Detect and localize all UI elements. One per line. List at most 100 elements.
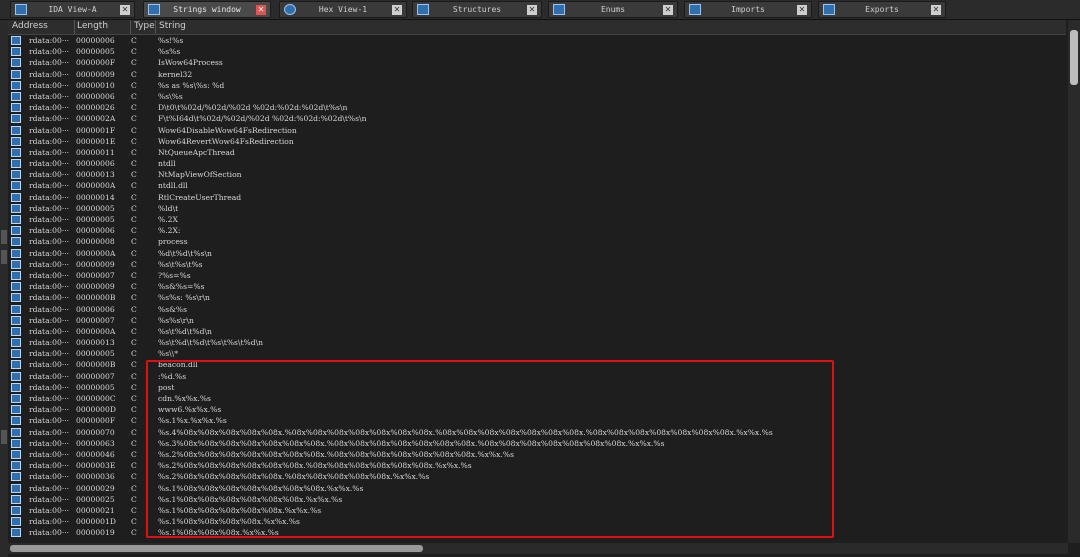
cell-type: C [131, 405, 137, 415]
tab-ida-view-a[interactable]: IDA View-A ✕ [10, 1, 135, 18]
scroll-thumb[interactable] [1070, 30, 1078, 85]
table-row[interactable]: rdata:00··· 00000014 C RtlCreateUserThread [10, 192, 1066, 203]
table-row[interactable]: rdata:00··· 0000002A C F\t%I64d\t%02d/%02d/… [10, 113, 1066, 124]
close-icon[interactable]: ✕ [120, 5, 130, 15]
cell-type: C [131, 394, 137, 403]
cell-address: rdata:00··· [29, 449, 70, 459]
tab-imports[interactable]: Imports ✕ [684, 1, 812, 18]
table-row[interactable]: rdata:00··· 00000007 C %s%s\r\n [10, 315, 1066, 326]
close-icon[interactable]: ✕ [663, 5, 673, 15]
table-row[interactable]: rdata:00··· 00000009 C %s\t%s\t%s [10, 259, 1066, 270]
close-icon[interactable]: ✕ [931, 5, 941, 15]
cell-type: C [131, 125, 137, 135]
table-row[interactable]: rdata:00··· 00000005 C %.2X [10, 214, 1066, 225]
table-row[interactable]: rdata:00··· 00000009 Ckernel32 [10, 69, 1066, 80]
cell-string: %ld\t [158, 203, 179, 213]
table-row[interactable]: rdata:00··· 0000000A Cntdll.dll [10, 180, 1066, 191]
tab-enums[interactable]: Enums ✕ [548, 1, 678, 18]
cell-string: beacon.dll [158, 360, 198, 370]
table-row[interactable]: rdata:00··· 00000019 C %s.1%08x%08x%08x.%x%… [10, 527, 1066, 538]
close-icon[interactable]: ✕ [256, 5, 266, 15]
table-row[interactable]: rdata:00··· 00000005 C %ld\t [10, 203, 1066, 214]
table-row[interactable]: rdata:00··· 0000000F C %s.1%x.%x%x.%s [10, 415, 1066, 426]
cell-address: rdata:00··· [29, 304, 70, 314]
cell-address: rdata:00··· [29, 461, 70, 471]
column-string[interactable]: String [159, 21, 186, 31]
table-row[interactable]: rdata:00··· 00000005 Cpost [10, 382, 1066, 393]
cell-address: rdata:00··· [29, 494, 70, 504]
table-row[interactable]: rdata:00··· 00000006 C %s&%s [10, 304, 1066, 315]
table-row[interactable]: rdata:00··· 00000046 C %s.2%08x%08x%08x%08x… [10, 449, 1066, 460]
table-row[interactable]: rdata:00··· 0000001E C Wow64RevertWow64FsRe… [10, 136, 1066, 147]
tab-label: Enums [600, 5, 626, 14]
string-icon [11, 282, 21, 292]
table-row[interactable]: rdata:00··· 0000000C Ccdn.%x%x.%s [10, 393, 1066, 404]
cell-address: rdata:00··· [29, 315, 70, 325]
cell-type: C [131, 159, 137, 169]
tab-strings-window[interactable]: Strings window ✕ [143, 1, 271, 18]
horizontal-scrollbar[interactable] [8, 543, 1068, 554]
string-icon [11, 349, 21, 359]
cell-type: C [131, 248, 137, 258]
cell-address: rdata:00··· [29, 293, 70, 303]
string-icon [11, 494, 21, 504]
table-row[interactable]: rdata:00··· 00000006 C %.2X: [10, 225, 1066, 236]
vertical-scrollbar[interactable] [1068, 20, 1080, 543]
cell-string: :%d.%s [158, 371, 187, 381]
column-address[interactable]: Address [12, 21, 48, 31]
table-row[interactable]: rdata:00··· 0000003E C %s.2%08x%08x%08x%08x… [10, 460, 1066, 471]
table-row[interactable]: rdata:00··· 00000021 C %s.1%08x%08x%08x%08x… [10, 505, 1066, 516]
table-row[interactable]: rdata:00··· 0000000B Cbeacon.dll [10, 359, 1066, 370]
string-icon [11, 125, 21, 135]
table-row[interactable]: rdata:00··· 00000013 C NtMapViewOfSection [10, 169, 1066, 180]
table-row[interactable]: rdata:00··· 0000000A C %s\t%d\t%d\n [10, 326, 1066, 337]
table-row[interactable]: rdata:00··· 00000010 C %s as %s\%s: %d [10, 80, 1066, 91]
table-row[interactable]: rdata:00··· 0000000F C IsWow64Process [10, 57, 1066, 68]
table-row[interactable]: rdata:00··· 00000013 C %s\t%d\t%d\t%s\t%s\t… [10, 337, 1066, 348]
table-row[interactable]: rdata:00··· 00000026 C D\t0\t%02d/%02d/%02d… [10, 102, 1066, 113]
column-type[interactable]: Type [134, 21, 155, 31]
table-row[interactable]: rdata:00··· 00000029 C %s.1%08x%08x%08x%08x… [10, 483, 1066, 494]
cell-address: rdata:00··· [29, 349, 70, 359]
cell-length: 00000007 [76, 315, 115, 325]
table-row[interactable]: rdata:00··· 0000000A C %d\t%d\t%s\n [10, 248, 1066, 259]
tab-exports[interactable]: Exports ✕ [818, 1, 946, 18]
table-row[interactable]: rdata:00··· 00000063 C %s.3%08x%08x%08x%08x… [10, 438, 1066, 449]
table-row[interactable]: rdata:00··· 0000000D Cwww6.%x%x.%s [10, 404, 1066, 415]
scroll-thumb[interactable] [10, 545, 423, 552]
tab-hex-view-1[interactable]: Hex View-1 ✕ [279, 1, 407, 18]
table-row[interactable]: rdata:00··· 00000011 C NtQueueApcThread [10, 147, 1066, 158]
column-length[interactable]: Length [77, 21, 108, 31]
close-icon[interactable]: ✕ [392, 5, 402, 15]
table-row[interactable]: rdata:00··· 00000009 C %s&%s=%s [10, 281, 1066, 292]
cell-length: 0000000C [76, 394, 116, 403]
table-row[interactable]: rdata:00··· 00000036 C %s.2%08x%08x%08x%08x… [10, 471, 1066, 482]
table-row[interactable]: rdata:00··· 00000008 Cprocess [10, 236, 1066, 247]
table-row[interactable]: rdata:00··· 00000007 C:%d.%s [10, 371, 1066, 382]
cell-type: C [131, 259, 137, 269]
table-row[interactable]: rdata:00··· 00000006 Cntdll [10, 158, 1066, 169]
table-row[interactable]: rdata:00··· 00000005 C %s\\* [10, 348, 1066, 359]
cell-length: 00000005 [76, 47, 115, 57]
string-icon [11, 416, 21, 426]
table-row[interactable]: rdata:00··· 00000006 C %s!%s [10, 35, 1066, 46]
table-row[interactable]: rdata:00··· 00000005 C %s%s [10, 46, 1066, 57]
table-row[interactable]: rdata:00··· 00000006 C %s\%s [10, 91, 1066, 102]
cell-type: C [131, 371, 137, 381]
string-icon [11, 80, 21, 90]
close-icon[interactable]: ✕ [797, 5, 807, 15]
cell-length: 00000036 [76, 472, 115, 482]
table-row[interactable]: rdata:00··· 00000025 C %s.1%08x%08x%08x%08x… [10, 494, 1066, 505]
table-row[interactable]: rdata:00··· 00000070 C %s.4%08x%08x%08x%08x… [10, 427, 1066, 438]
close-icon[interactable]: ✕ [527, 5, 537, 15]
enums-icon [553, 4, 565, 15]
cell-type: C [131, 147, 137, 157]
table-row[interactable]: rdata:00··· 00000007 C ?%s=%s [10, 270, 1066, 281]
table-row[interactable]: rdata:00··· 0000001D C %s.1%08x%08x%08x%08x… [10, 516, 1066, 527]
table-row[interactable]: rdata:00··· 0000000B C %s%s: %s\r\n [10, 292, 1066, 303]
tab-structures[interactable]: Structures ✕ [412, 1, 542, 18]
cell-string: www6.%x%x.%s [158, 405, 222, 415]
table-row[interactable]: rdata:00··· 0000001F C Wow64DisableWow64FsR… [10, 125, 1066, 136]
string-icon [11, 517, 21, 527]
string-icon [11, 326, 21, 336]
